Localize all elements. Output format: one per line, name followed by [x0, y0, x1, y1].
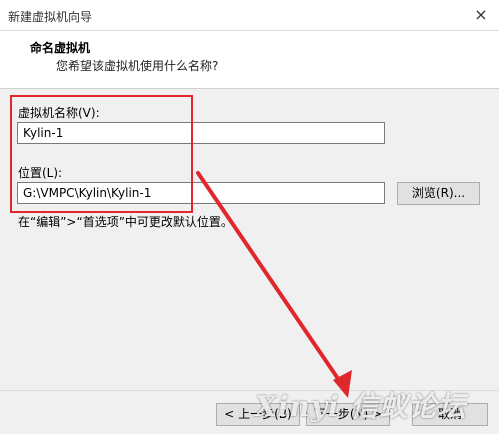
annotation-arrow — [196, 171, 352, 398]
watermark: Xinyi 信蚁论坛 — [255, 390, 467, 423]
